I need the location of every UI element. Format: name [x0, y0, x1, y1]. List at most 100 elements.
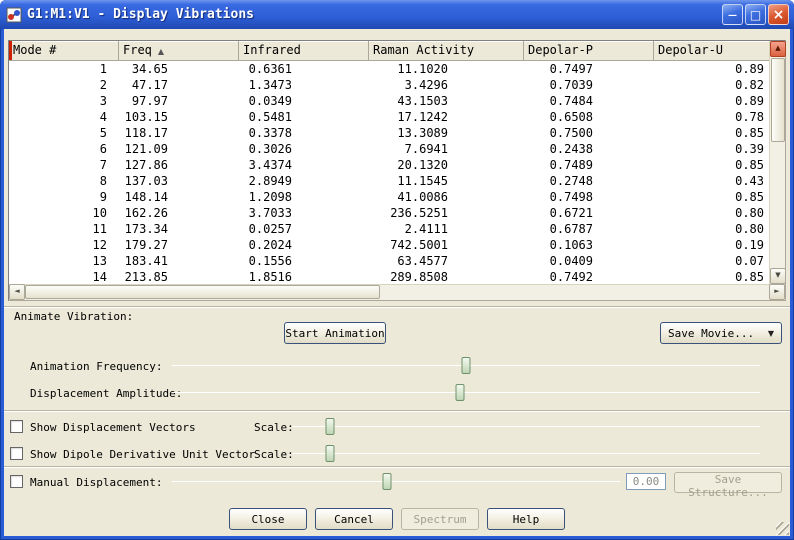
column-header-depolar-p[interactable]: Depolar-P	[524, 41, 654, 61]
table-row[interactable]: 11 173.34 0.0257 2.4111 0.6787 0.80	[9, 221, 769, 237]
cell-mode: 2	[99, 78, 107, 92]
footer-button-row: Close Cancel Spectrum Help	[4, 508, 790, 530]
cell-freq: 162.26	[124, 206, 168, 220]
table-row[interactable]: 7 127.86 3.4374 20.1320 0.7489 0.85	[9, 157, 769, 173]
vertical-scrollbar[interactable]: ▲ ▼	[769, 41, 786, 284]
table-row[interactable]: 6 121.09 0.3026 7.6941 0.2438 0.39	[9, 141, 769, 157]
cell-freq: 127.86	[124, 158, 168, 172]
vertical-scrollbar-thumb[interactable]	[771, 58, 785, 142]
title-bar[interactable]: G1:M1:V1 - Display Vibrations — □ ×	[0, 0, 794, 29]
table-row[interactable]: 12 179.27 0.2024 742.5001 0.1063 0.19	[9, 237, 769, 253]
cell-raman: 3.4296	[404, 78, 448, 92]
table-row[interactable]: 10 162.26 3.7033 236.5251 0.6721 0.80	[9, 205, 769, 221]
spectrum-button[interactable]: Spectrum	[401, 508, 479, 530]
scroll-right-icon[interactable]: ►	[769, 284, 785, 300]
cell-infrared: 0.6361	[248, 62, 292, 76]
dipole-derivative-scale-slider[interactable]	[290, 444, 762, 464]
table-row[interactable]: 14 213.85 1.8516 289.8508 0.7492 0.85	[9, 269, 769, 285]
save-movie-button[interactable]: Save Movie... ▼	[660, 322, 782, 344]
displacement-amplitude-label: Displacement Amplitude:	[30, 387, 183, 400]
table-row[interactable]: 2 47.17 1.3473 3.4296 0.7039 0.82	[9, 77, 769, 93]
cell-freq: 173.34	[124, 222, 168, 236]
cell-freq: 213.85	[124, 270, 168, 284]
dipole-derivative-scale-label: Scale:	[254, 448, 294, 461]
table-row[interactable]: 4 103.15 0.5481 17.1242 0.6508 0.78	[9, 109, 769, 125]
manual-displacement-label: Manual Displacement:	[30, 476, 163, 489]
separator	[4, 306, 790, 307]
vibration-table: Mode # Freq ▲ Infrared Raman Activity Dep…	[8, 40, 786, 301]
table-row[interactable]: 8 137.03 2.8949 11.1545 0.2748 0.43	[9, 173, 769, 189]
column-header-raman[interactable]: Raman Activity	[369, 41, 524, 61]
horizontal-scrollbar-thumb[interactable]	[25, 285, 380, 299]
show-dipole-derivative-checkbox[interactable]	[10, 447, 23, 460]
column-header-freq[interactable]: Freq ▲	[119, 41, 239, 61]
dipole-derivative-scale-slider-thumb[interactable]	[325, 445, 335, 462]
help-button[interactable]: Help	[487, 508, 565, 530]
table-row[interactable]: 5 118.17 0.3378 13.3089 0.7500 0.85	[9, 125, 769, 141]
cell-raman: 41.0086	[397, 190, 448, 204]
cell-infrared: 1.8516	[248, 270, 292, 284]
window-controls: — □ ×	[722, 4, 789, 25]
column-header-depolar-u[interactable]: Depolar-U	[654, 41, 769, 61]
minimize-button[interactable]: —	[722, 4, 743, 25]
cell-infrared: 0.3378	[248, 126, 292, 140]
displacement-vectors-scale-slider-thumb[interactable]	[325, 418, 335, 435]
manual-displacement-checkbox[interactable]	[10, 475, 23, 488]
cell-depolar-p: 0.1063	[549, 238, 593, 252]
displacement-amplitude-slider[interactable]	[170, 383, 762, 403]
maximize-button[interactable]: □	[745, 4, 766, 25]
save-structure-button[interactable]: Save Structure...	[674, 472, 782, 499]
cell-depolar-u: 0.85	[735, 158, 764, 172]
manual-displacement-input[interactable]	[626, 473, 666, 490]
cell-depolar-p: 0.7489	[549, 158, 593, 172]
cell-mode: 6	[99, 142, 107, 156]
cell-infrared: 2.8949	[248, 174, 292, 188]
cell-infrared: 0.1556	[248, 254, 292, 268]
cell-infrared: 1.3473	[248, 78, 292, 92]
show-dipole-derivative-label: Show Dipole Derivative Unit Vector	[30, 448, 256, 461]
cell-depolar-u: 0.85	[735, 270, 764, 284]
cell-freq: 121.09	[124, 142, 168, 156]
column-label: Depolar-P	[528, 43, 594, 57]
manual-displacement-slider-thumb[interactable]	[382, 473, 392, 490]
table-row[interactable]: 3 97.97 0.0349 43.1503 0.7484 0.89	[9, 93, 769, 109]
cell-depolar-p: 0.7497	[549, 62, 593, 76]
scroll-left-icon[interactable]: ◄	[9, 284, 25, 300]
red-marker	[9, 41, 12, 60]
cell-freq: 47.17	[131, 78, 168, 92]
cell-mode: 4	[99, 110, 107, 124]
cell-mode: 11	[92, 222, 107, 236]
table-row[interactable]: 13 183.41 0.1556 63.4577 0.0409 0.07	[9, 253, 769, 269]
cell-freq: 97.97	[131, 94, 168, 108]
scroll-up-icon[interactable]: ▲	[770, 41, 786, 57]
displacement-vectors-scale-slider[interactable]	[290, 417, 762, 437]
column-label: Infrared	[243, 43, 301, 57]
cell-infrared: 3.4374	[248, 158, 292, 172]
resize-grip[interactable]	[776, 522, 789, 535]
column-header-infrared[interactable]: Infrared	[239, 41, 369, 61]
table-header: Mode # Freq ▲ Infrared Raman Activity Dep…	[9, 41, 769, 61]
cell-depolar-p: 0.7498	[549, 190, 593, 204]
column-header-mode[interactable]: Mode #	[9, 41, 119, 61]
cell-depolar-u: 0.85	[735, 126, 764, 140]
cancel-button[interactable]: Cancel	[315, 508, 393, 530]
scroll-down-icon[interactable]: ▼	[770, 268, 786, 284]
animation-frequency-slider[interactable]	[170, 356, 762, 376]
start-animation-button[interactable]: Start Animation	[284, 322, 386, 344]
close-dialog-button[interactable]: Close	[229, 508, 307, 530]
display-vibrations-window: G1:M1:V1 - Display Vibrations — □ × Mode…	[0, 0, 794, 540]
table-row[interactable]: 1 34.65 0.6361 11.1020 0.7497 0.89	[9, 61, 769, 77]
show-displacement-vectors-checkbox[interactable]	[10, 420, 23, 433]
cell-depolar-u: 0.43	[735, 174, 764, 188]
horizontal-scrollbar[interactable]: ◄ ►	[9, 284, 785, 300]
cell-raman: 742.5001	[390, 238, 448, 252]
displacement-amplitude-slider-thumb[interactable]	[455, 384, 465, 401]
animation-frequency-slider-thumb[interactable]	[461, 357, 471, 374]
close-icon[interactable]: ×	[768, 4, 789, 25]
cell-depolar-u: 0.80	[735, 206, 764, 220]
displacement-vectors-scale-label: Scale:	[254, 421, 294, 434]
column-label: Mode #	[13, 43, 57, 57]
table-row[interactable]: 9 148.14 1.2098 41.0086 0.7498 0.85	[9, 189, 769, 205]
manual-displacement-slider[interactable]	[170, 472, 622, 492]
cell-raman: 17.1242	[397, 110, 448, 124]
